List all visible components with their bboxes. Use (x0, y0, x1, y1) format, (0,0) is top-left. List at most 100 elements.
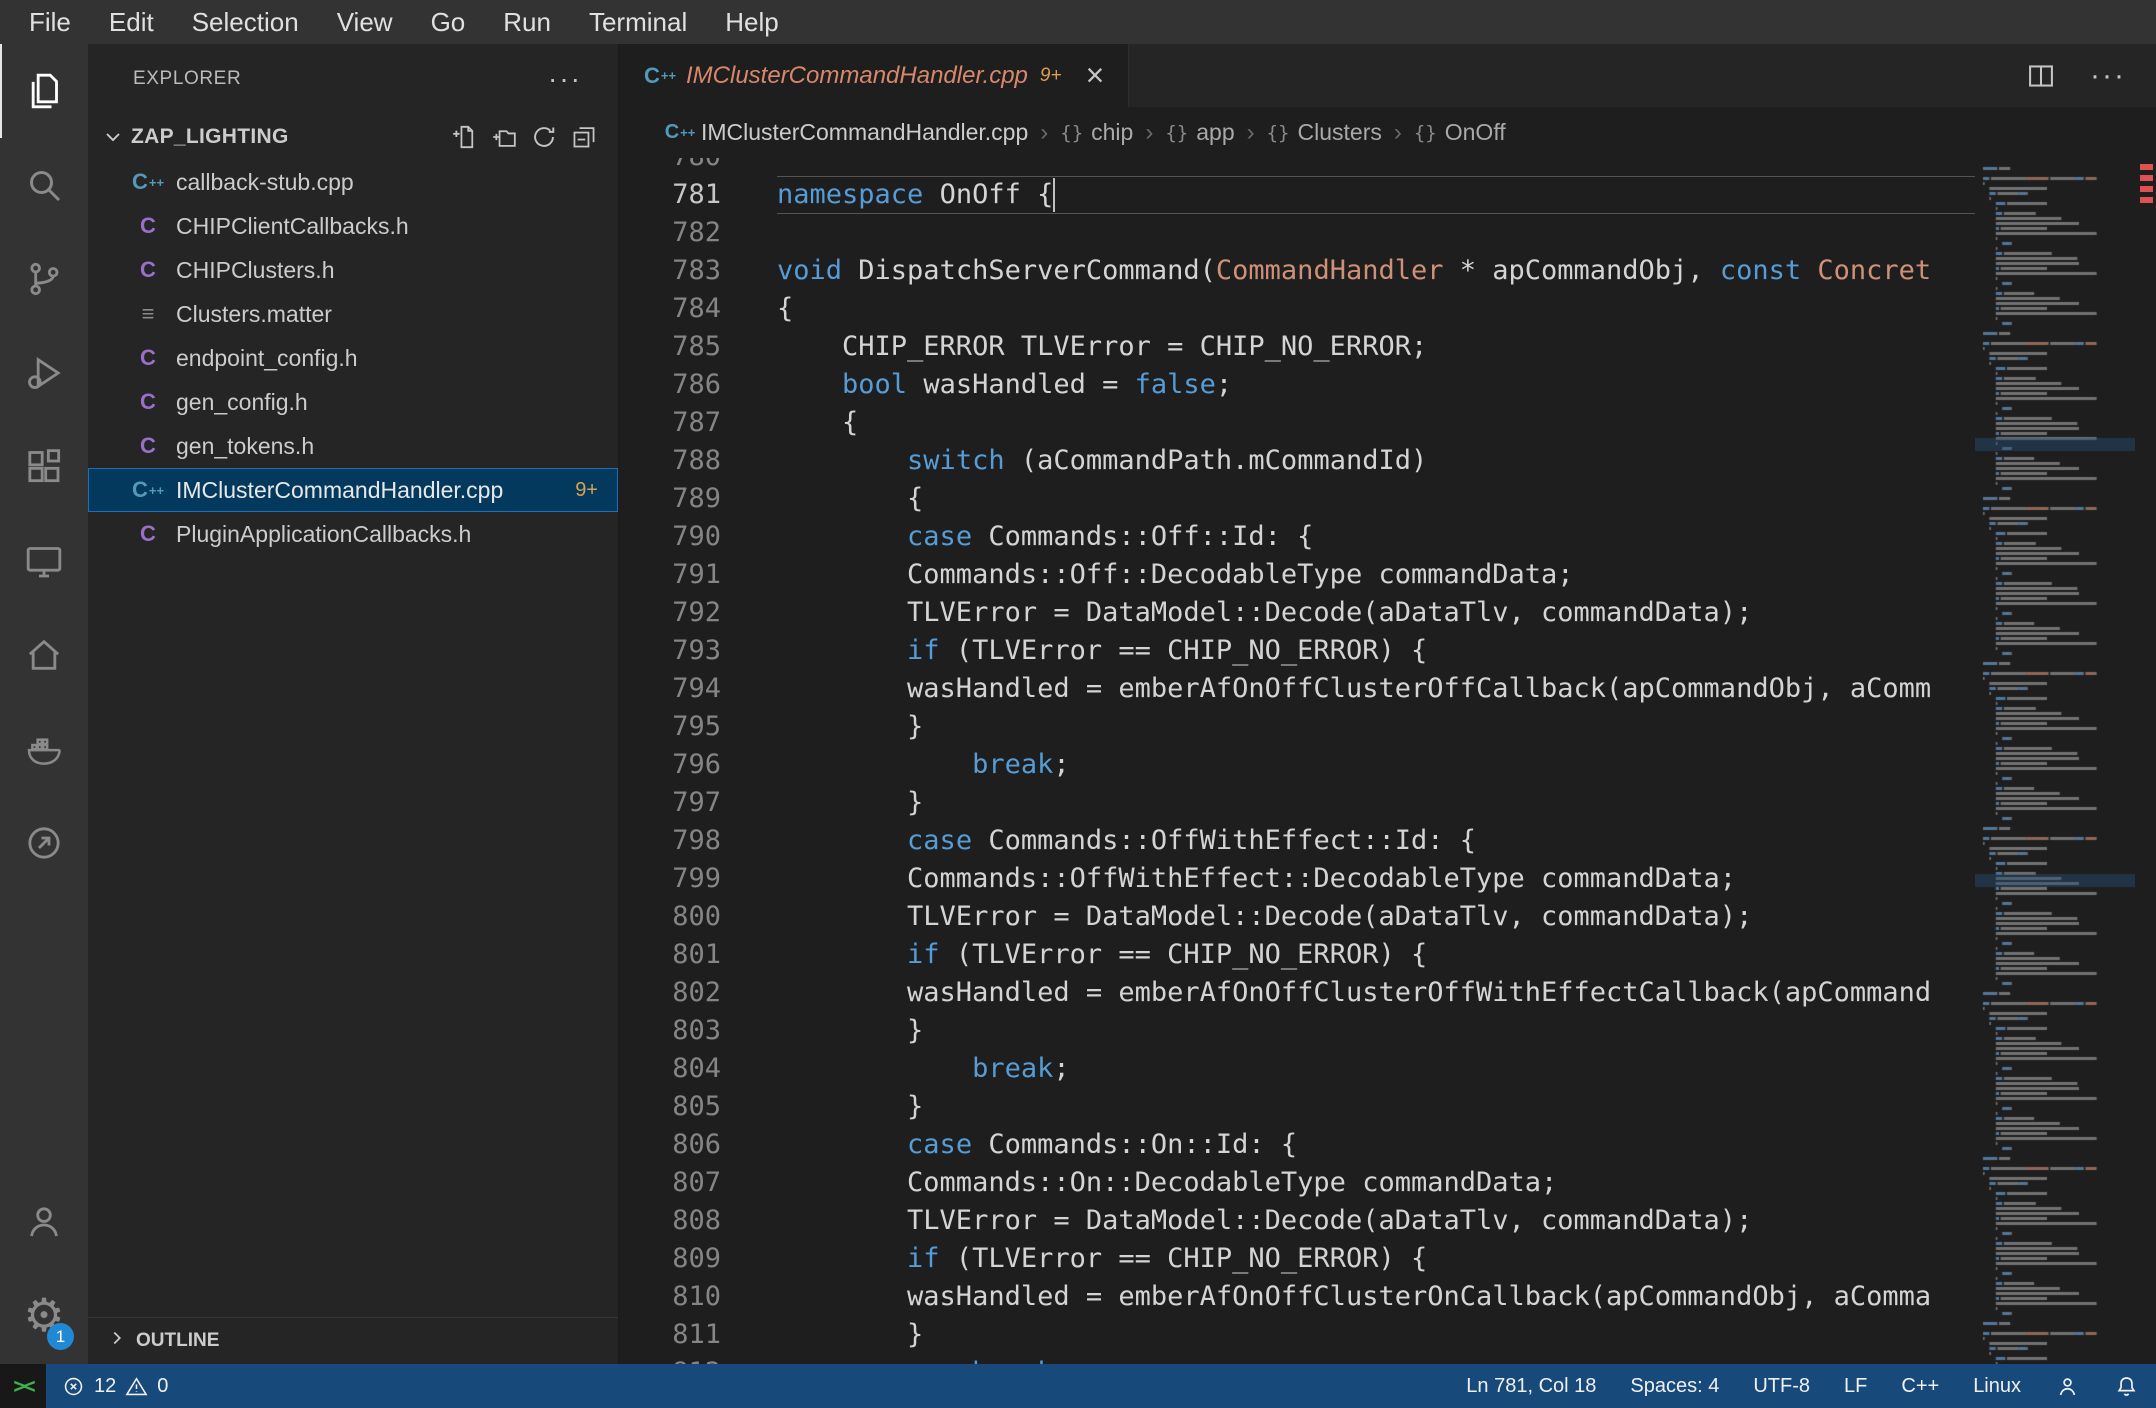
status-notifications[interactable] (2097, 1364, 2156, 1408)
file-row[interactable]: C CHIPClientCallbacks.h (88, 204, 618, 248)
line-content[interactable]: { (777, 480, 1975, 518)
close-icon[interactable]: × (1086, 59, 1105, 91)
refresh-icon[interactable] (530, 123, 558, 151)
code-line[interactable]: 798 case Commands::OffWithEffect::Id: { (619, 822, 1975, 860)
line-number[interactable]: 794 (619, 670, 777, 708)
code-line[interactable]: 812 break; (619, 1354, 1975, 1364)
code-line[interactable]: 802 wasHandled = emberAfOnOffClusterOffW… (619, 974, 1975, 1012)
status-remote-os[interactable]: Linux (1956, 1364, 2038, 1408)
menu-edit[interactable]: Edit (90, 0, 173, 44)
line-content[interactable]: } (777, 1088, 1975, 1126)
collapse-all-icon[interactable] (570, 123, 598, 151)
code-line[interactable]: 807 Commands::On::DecodableType commandD… (619, 1164, 1975, 1202)
remote-indicator[interactable]: >< (0, 1364, 46, 1408)
line-number[interactable]: 789 (619, 480, 777, 518)
line-number[interactable]: 810 (619, 1278, 777, 1316)
line-number[interactable]: 783 (619, 252, 777, 290)
code-line[interactable]: 799 Commands::OffWithEffect::DecodableTy… (619, 860, 1975, 898)
file-row[interactable]: C ++ IMClusterCommandHandler.cpp 9+ (88, 468, 618, 512)
file-row[interactable]: Cgen_config.h (88, 380, 618, 424)
code-line[interactable]: 789 { (619, 480, 1975, 518)
code-editor[interactable]: 780781namespace OnOff {782783void Dispat… (619, 158, 1975, 1364)
line-content[interactable]: if (TLVError == CHIP_NO_ERROR) { (777, 632, 1975, 670)
line-content[interactable]: Commands::OffWithEffect::DecodableType c… (777, 860, 1975, 898)
breadcrumb-item[interactable]: {} Clusters (1267, 119, 1382, 146)
breadcrumb-item[interactable]: {} app (1165, 119, 1234, 146)
line-number[interactable]: 805 (619, 1088, 777, 1126)
status-feedback[interactable] (2038, 1364, 2097, 1408)
breadcrumb-item[interactable]: C ++ IMClusterCommandHandler.cpp (665, 119, 1029, 146)
line-content[interactable]: TLVError = DataModel::Decode(aDataTlv, c… (777, 1202, 1975, 1240)
minimap[interactable] (1975, 158, 2135, 1364)
line-number[interactable]: 780 (619, 158, 777, 176)
activity-explorer[interactable] (0, 44, 88, 138)
code-line[interactable]: 800 TLVError = DataModel::Decode(aDataTl… (619, 898, 1975, 936)
line-number[interactable]: 797 (619, 784, 777, 822)
menu-run[interactable]: Run (484, 0, 570, 44)
line-content[interactable]: } (777, 1012, 1975, 1050)
line-content[interactable]: namespace OnOff { (777, 176, 1975, 214)
more-actions-icon[interactable]: ··· (548, 65, 582, 93)
activity-remote-explorer[interactable] (0, 514, 88, 608)
line-content[interactable]: wasHandled = emberAfOnOffClusterOffWithE… (777, 974, 1975, 1012)
line-content[interactable]: break; (777, 1050, 1975, 1088)
line-content[interactable]: case Commands::Off::Id: { (777, 518, 1975, 556)
line-number[interactable]: 796 (619, 746, 777, 784)
activity-docker[interactable] (0, 702, 88, 796)
line-number[interactable]: 781 (619, 176, 777, 214)
code-line[interactable]: 803 } (619, 1012, 1975, 1050)
code-line[interactable]: 788 switch (aCommandPath.mCommandId) (619, 442, 1975, 480)
line-content[interactable]: Commands::Off::DecodableType commandData… (777, 556, 1975, 594)
code-line[interactable]: 780 (619, 158, 1975, 176)
code-line[interactable]: 811 } (619, 1316, 1975, 1354)
code-line[interactable]: 782 (619, 214, 1975, 252)
code-line[interactable]: 783 void DispatchServerCommand(CommandHan… (619, 252, 1975, 290)
line-content[interactable]: break; (777, 746, 1975, 784)
new-file-icon[interactable] (450, 123, 478, 151)
code-line[interactable]: 790 case Commands::Off::Id: { (619, 518, 1975, 556)
file-row[interactable]: Cendpoint_config.h (88, 336, 618, 380)
activity-source-control[interactable] (0, 232, 88, 326)
line-number[interactable]: 804 (619, 1050, 777, 1088)
line-content[interactable]: case Commands::On::Id: { (777, 1126, 1975, 1164)
activity-home[interactable] (0, 608, 88, 702)
activity-remote-containers[interactable] (0, 796, 88, 890)
line-number[interactable]: 784 (619, 290, 777, 328)
menu-go[interactable]: Go (412, 0, 485, 44)
line-content[interactable]: wasHandled = emberAfOnOffClusterOnCallba… (777, 1278, 1975, 1316)
status-indentation[interactable]: Spaces: 4 (1613, 1364, 1736, 1408)
outline-section-header[interactable]: OUTLINE (88, 1318, 618, 1364)
breadcrumb-item[interactable]: {} OnOff (1414, 119, 1506, 146)
line-number[interactable]: 803 (619, 1012, 777, 1050)
line-number[interactable]: 800 (619, 898, 777, 936)
code-line[interactable]: 795 } (619, 708, 1975, 746)
line-number[interactable]: 791 (619, 556, 777, 594)
status-language-mode[interactable]: C++ (1884, 1364, 1956, 1408)
line-content[interactable]: TLVError = DataModel::Decode(aDataTlv, c… (777, 898, 1975, 936)
status-problems[interactable]: 12 0 (46, 1364, 184, 1408)
line-number[interactable]: 786 (619, 366, 777, 404)
menu-file[interactable]: File (10, 0, 90, 44)
line-content[interactable]: if (TLVError == CHIP_NO_ERROR) { (777, 1240, 1975, 1278)
line-number[interactable]: 806 (619, 1126, 777, 1164)
code-line[interactable]: 793 if (TLVError == CHIP_NO_ERROR) { (619, 632, 1975, 670)
status-cursor-position[interactable]: Ln 781, Col 18 (1449, 1364, 1613, 1408)
code-line[interactable]: 797 } (619, 784, 1975, 822)
code-line[interactable]: 792 TLVError = DataModel::Decode(aDataTl… (619, 594, 1975, 632)
new-folder-icon[interactable] (490, 123, 518, 151)
code-line[interactable]: 784{ (619, 290, 1975, 328)
file-row[interactable]: C CHIPClusters.h (88, 248, 618, 292)
line-number[interactable]: 798 (619, 822, 777, 860)
activity-search[interactable] (0, 138, 88, 232)
file-row[interactable]: C PluginApplicationCallbacks.h (88, 512, 618, 556)
code-line[interactable]: 794 wasHandled = emberAfOnOffClusterOffC… (619, 670, 1975, 708)
line-content[interactable]: { (777, 404, 1975, 442)
file-row[interactable]: C ++ callback-stub.cpp (88, 160, 618, 204)
overview-ruler[interactable] (2135, 158, 2156, 1364)
code-line[interactable]: 785 CHIP_ERROR TLVError = CHIP_NO_ERROR; (619, 328, 1975, 366)
activity-run-debug[interactable] (0, 326, 88, 420)
activity-settings[interactable]: ⚙ 1 (0, 1268, 88, 1362)
menu-terminal[interactable]: Terminal (570, 0, 706, 44)
line-content[interactable]: break; (777, 1354, 1975, 1364)
line-number[interactable]: 807 (619, 1164, 777, 1202)
